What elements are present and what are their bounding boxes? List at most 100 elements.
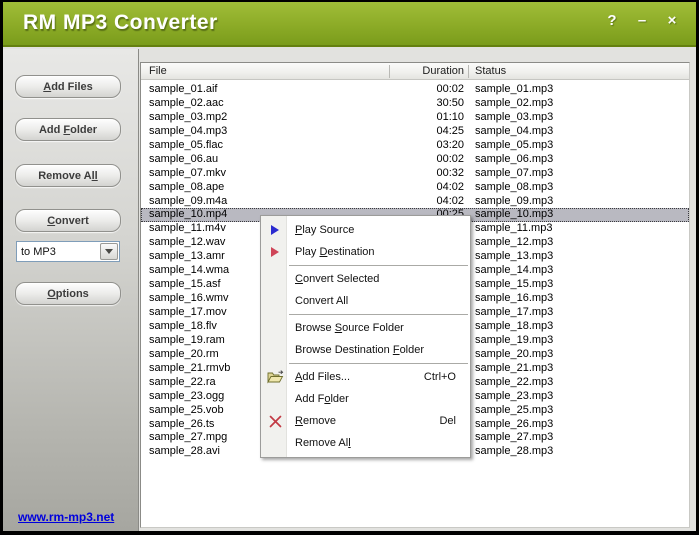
status-cell: sample_15.mp3 <box>468 278 668 292</box>
close-button[interactable]: × <box>664 12 680 29</box>
table-row[interactable]: sample_06.au00:02sample_06.mp3 <box>141 153 689 167</box>
status-cell: sample_18.mp3 <box>468 320 668 334</box>
menu-item-label: Convert All <box>295 295 348 307</box>
menu-item-shortcut: Ctrl+O <box>424 371 456 383</box>
duration-cell: 01:10 <box>389 111 468 125</box>
status-cell: sample_25.mp3 <box>468 404 668 418</box>
menu-item-icon-empty <box>266 342 284 358</box>
menu-separator <box>289 265 468 266</box>
remove-all-button[interactable]: Remove All <box>15 164 121 187</box>
menu-item[interactable]: Remove Del <box>261 410 470 432</box>
play-destination-icon <box>266 244 284 260</box>
status-cell: sample_27.mp3 <box>468 431 668 445</box>
table-row[interactable]: sample_01.aif00:02sample_01.mp3 <box>141 83 689 97</box>
sidebar: Add Files Add Folder Remove All Convert … <box>3 49 139 531</box>
menu-item[interactable]: Play Destination <box>261 241 470 263</box>
window-frame: RM MP3 Converter ? – × Add Files Add Fol… <box>3 2 696 531</box>
menu-item[interactable]: Browse Destination Folder <box>261 339 470 361</box>
menu-item[interactable]: Convert All <box>261 290 470 312</box>
status-cell: sample_17.mp3 <box>468 306 668 320</box>
context-menu-items: Play Source Play Destination Convert Selec… <box>261 219 470 454</box>
duration-cell: 00:02 <box>389 153 468 167</box>
convert-button[interactable]: Convert <box>15 209 121 232</box>
file-cell: sample_02.aac <box>141 97 389 111</box>
menu-item[interactable]: Play Source <box>261 219 470 241</box>
table-row[interactable]: sample_07.mkv00:32sample_07.mp3 <box>141 167 689 181</box>
table-row[interactable]: sample_03.mp201:10sample_03.mp3 <box>141 111 689 125</box>
menu-item[interactable]: Remove All <box>261 432 470 454</box>
menu-item-label: Remove All <box>295 437 351 449</box>
file-cell: sample_03.mp2 <box>141 111 389 125</box>
table-row[interactable]: sample_08.ape04:02sample_08.mp3 <box>141 181 689 195</box>
status-cell: sample_19.mp3 <box>468 334 668 348</box>
duration-cell: 00:32 <box>389 167 468 181</box>
file-cell: sample_05.flac <box>141 139 389 153</box>
status-cell: sample_04.mp3 <box>468 125 668 139</box>
menu-item-shortcut: Del <box>439 415 456 427</box>
menu-item[interactable]: Add Folder <box>261 388 470 410</box>
file-cell: sample_07.mkv <box>141 167 389 181</box>
play-source-icon <box>266 222 284 238</box>
column-divider <box>468 65 469 78</box>
file-cell: sample_04.mp3 <box>141 125 389 139</box>
status-cell: sample_09.mp3 <box>468 195 668 209</box>
add-folder-button[interactable]: Add Folder <box>15 118 121 141</box>
menu-item[interactable]: Add Files... Ctrl+O <box>261 366 470 388</box>
add-files-icon <box>266 369 284 385</box>
remove-icon <box>266 413 284 429</box>
file-cell: sample_09.m4a <box>141 195 389 209</box>
add-files-button[interactable]: Add Files <box>15 75 121 98</box>
status-cell: sample_13.mp3 <box>468 250 668 264</box>
file-cell: sample_01.aif <box>141 83 389 97</box>
duration-cell: 00:02 <box>389 83 468 97</box>
menu-item-label: Browse Destination Folder <box>295 344 424 356</box>
duration-cell: 04:25 <box>389 125 468 139</box>
status-cell: sample_21.mp3 <box>468 362 668 376</box>
menu-item-icon-empty <box>266 435 284 451</box>
context-menu: Play Source Play Destination Convert Selec… <box>260 215 471 458</box>
help-button[interactable]: ? <box>604 12 620 29</box>
duration-cell: 04:02 <box>389 195 468 209</box>
menu-item[interactable]: Browse Source Folder <box>261 317 470 339</box>
minimize-button[interactable]: – <box>634 12 650 29</box>
status-cell: sample_11.mp3 <box>468 222 668 236</box>
options-button[interactable]: Options <box>15 282 121 305</box>
table-row[interactable]: sample_02.aac30:50sample_02.mp3 <box>141 97 689 111</box>
table-row[interactable]: sample_09.m4a04:02sample_09.mp3 <box>141 195 689 209</box>
duration-cell: 03:20 <box>389 139 468 153</box>
duration-cell: 30:50 <box>389 97 468 111</box>
menu-separator <box>289 314 468 315</box>
menu-item-label: Add Files... <box>295 371 350 383</box>
menu-item-icon-empty <box>266 271 284 287</box>
status-cell: sample_05.mp3 <box>468 139 668 153</box>
output-format-select[interactable]: to MP3 <box>16 241 120 262</box>
file-cell: sample_06.au <box>141 153 389 167</box>
menu-item-label: Play Destination <box>295 246 375 258</box>
status-cell: sample_07.mp3 <box>468 167 668 181</box>
status-cell: sample_03.mp3 <box>468 111 668 125</box>
menu-item-label: Play Source <box>295 224 354 236</box>
column-header-status[interactable]: Status <box>475 65 506 77</box>
menu-item-label: Remove <box>295 415 336 427</box>
column-header-file[interactable]: File <box>149 65 167 77</box>
table-row[interactable]: sample_04.mp304:25sample_04.mp3 <box>141 125 689 139</box>
status-cell: sample_02.mp3 <box>468 97 668 111</box>
status-cell: sample_12.mp3 <box>468 236 668 250</box>
window-title: RM MP3 Converter <box>23 11 218 35</box>
menu-item-icon-empty <box>266 320 284 336</box>
status-cell: sample_08.mp3 <box>468 181 668 195</box>
menu-item[interactable]: Convert Selected <box>261 268 470 290</box>
list-header: File Duration Status <box>141 63 689 80</box>
combo-dropdown-button[interactable] <box>100 243 118 260</box>
menu-item-icon-empty <box>266 391 284 407</box>
status-cell: sample_16.mp3 <box>468 292 668 306</box>
status-cell: sample_10.mp3 <box>468 208 668 222</box>
app-window: RM MP3 Converter ? – × Add Files Add Fol… <box>0 0 699 535</box>
status-cell: sample_26.mp3 <box>468 418 668 432</box>
status-cell: sample_06.mp3 <box>468 153 668 167</box>
table-row[interactable]: sample_05.flac03:20sample_05.mp3 <box>141 139 689 153</box>
chevron-down-icon <box>105 249 113 254</box>
column-header-duration[interactable]: Duration <box>389 65 464 77</box>
website-link[interactable]: www.rm-mp3.net <box>18 510 114 524</box>
menu-item-label: Browse Source Folder <box>295 322 404 334</box>
